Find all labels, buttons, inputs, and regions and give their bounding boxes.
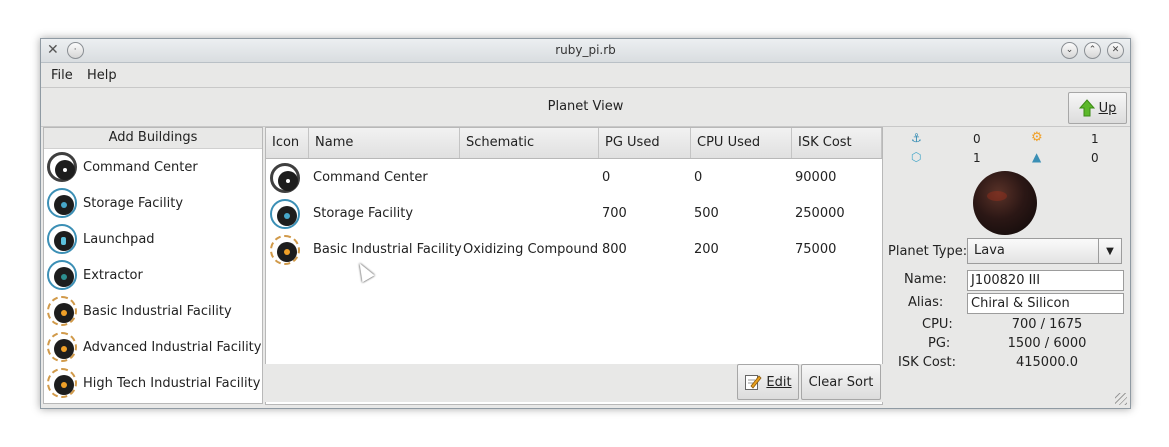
column-header-pg-used[interactable]: PG Used [599,128,691,158]
building-item-advanced-industrial[interactable]: Advanced Industrial Facility [44,329,262,365]
building-item-launchpad[interactable]: Launchpad [44,221,262,257]
cell-pg: 700 [602,206,627,221]
stat-extractors: 0 [1091,151,1099,165]
menu-bar: File Help [41,63,1130,88]
anchor-icon: ⚓ [911,131,922,145]
cell-cpu: 0 [694,170,703,185]
cell-isk: 250000 [795,206,845,221]
building-item-storage-facility[interactable]: Storage Facility [44,185,262,221]
title-bar: ✕ · ruby_pi.rb ⌄ ⌃ ✕ [41,39,1130,63]
cell-cpu: 500 [694,206,719,221]
clear-sort-button[interactable]: Clear Sort [801,364,881,400]
cell-isk: 75000 [795,242,837,257]
cell-isk: 90000 [795,170,837,185]
building-label: Extractor [83,267,143,283]
building-label: Advanced Industrial Facility [83,339,262,355]
resize-grip[interactable] [1115,393,1127,405]
edit-icon [745,375,762,390]
minimize-button[interactable]: ⌄ [1061,42,1078,59]
command-center-icon [47,152,77,182]
building-label: High Tech Industrial Facility [83,375,261,391]
high-tech-industrial-icon [47,368,77,398]
add-buildings-title: Add Buildings [44,128,262,149]
menu-help[interactable]: Help [87,68,117,83]
isk-cost-label: ISK Cost: [898,355,957,370]
cell-schematic: Oxidizing Compound [463,242,599,257]
building-label: Launchpad [83,231,155,247]
column-header-schematic[interactable]: Schematic [460,128,599,158]
isk-cost-value: 415000.0 [1015,355,1079,370]
cell-cpu: 200 [694,242,719,257]
page-title: Planet View [547,99,624,114]
table-header: Icon Name Schematic PG Used CPU Used ISK… [266,128,882,159]
close-button[interactable]: ✕ [1107,42,1124,59]
factory-icon: ⚙ [1031,130,1043,145]
stat-storage: 1 [973,151,981,165]
planet-info-panel: ⚓ 0 ⚙ 1 ⬡ 1 ▲ 0 Planet Type: Lava ▼ Name… [885,127,1128,403]
edit-button[interactable]: Edit [737,364,799,400]
cell-schematic [459,160,463,196]
app-window: ✕ · ruby_pi.rb ⌄ ⌃ ✕ File Help Planet Vi… [40,38,1131,409]
up-button[interactable]: Up [1068,92,1127,124]
storage-facility-icon [270,199,300,229]
planet-alias-field[interactable]: Chiral & Silicon [967,293,1124,314]
up-button-label: Up [1098,100,1117,116]
table-row[interactable]: Command Center 0 0 90000 [266,160,882,196]
pg-value: 1500 / 6000 [1007,336,1087,351]
window-title: ruby_pi.rb [555,43,616,57]
cell-pg: 0 [602,170,611,185]
building-item-extractor[interactable]: Extractor [44,257,262,293]
alias-label: Alias: [908,295,944,310]
cell-schematic [459,196,463,232]
cpu-value: 700 / 1675 [1011,317,1083,332]
stat-factories: 1 [1091,132,1099,146]
stat-launchpads: 0 [973,132,981,146]
building-item-command-center[interactable]: Command Center [44,149,262,185]
table-row[interactable]: Storage Facility 700 500 250000 [266,196,882,232]
cell-name: Command Center [313,170,428,185]
cpu-label: CPU: [922,317,953,332]
building-label: Basic Industrial Facility [83,303,232,319]
planet-image [973,171,1037,235]
maximize-button[interactable]: ⌃ [1084,42,1101,59]
command-center-icon [270,163,300,193]
up-arrow-icon [1078,99,1095,117]
advanced-industrial-icon [47,332,77,362]
extractor-pin-icon: ▲ [1032,150,1042,164]
planet-type-value: Lava [974,243,1005,258]
basic-industrial-icon [47,296,77,326]
edit-button-label: Edit [766,374,792,390]
add-buildings-panel: Add Buildings Command Center Storage Fac… [43,127,263,404]
building-label: Command Center [83,159,198,175]
chevron-down-icon[interactable]: ▼ [1098,239,1121,263]
name-label: Name: [904,272,947,287]
column-header-isk-cost[interactable]: ISK Cost [792,128,882,158]
extractor-icon [47,260,77,290]
storage-cube-icon: ⬡ [911,150,922,164]
planet-type-label: Planet Type: [888,244,968,259]
cell-name: Storage Facility [313,206,414,221]
planet-view-header: Planet View [41,88,1130,127]
column-header-name[interactable]: Name [309,128,460,158]
pg-label: PG: [928,336,951,351]
column-header-icon[interactable]: Icon [266,128,309,158]
cell-pg: 800 [602,242,627,257]
building-item-basic-industrial[interactable]: Basic Industrial Facility [44,293,262,329]
building-item-high-tech-industrial[interactable]: High Tech Industrial Facility [44,365,262,401]
building-label: Storage Facility [83,195,184,211]
storage-facility-icon [47,188,77,218]
planet-type-select[interactable]: Lava ▼ [967,238,1122,264]
basic-industrial-icon [270,235,300,265]
column-header-cpu-used[interactable]: CPU Used [691,128,792,158]
cell-name: Basic Industrial Facility [313,242,462,257]
menu-file[interactable]: File [51,68,73,83]
launchpad-icon [47,224,77,254]
planet-name-field[interactable]: J100820 III [967,270,1124,291]
